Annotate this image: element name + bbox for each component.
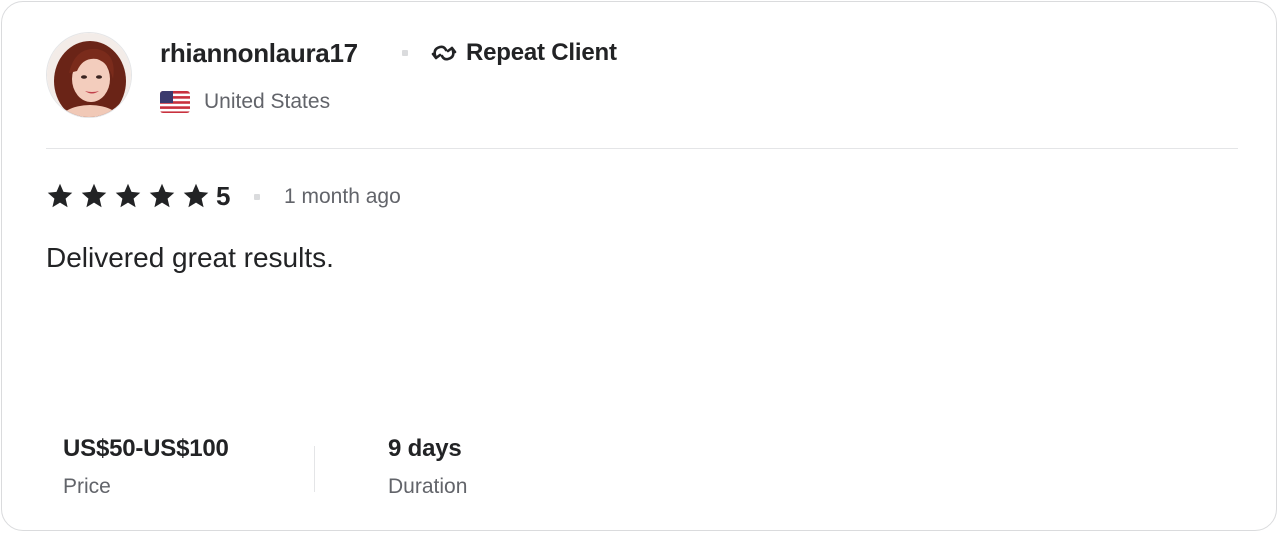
- duration-stat: 9 days Duration: [388, 432, 467, 502]
- star-icon: [115, 183, 141, 208]
- repeat-client-badge: Repeat Client: [430, 36, 617, 70]
- repeat-client-label: Repeat Client: [466, 39, 617, 66]
- star-icon: [183, 183, 209, 208]
- price-value: US$50-US$100: [63, 435, 229, 462]
- rating-row: 5: [46, 178, 230, 214]
- reviewer-country: United States: [160, 88, 330, 116]
- star-rating: [46, 182, 216, 210]
- avatar[interactable]: [46, 32, 132, 118]
- review-text: Delivered great results.: [46, 242, 334, 273]
- star-icon: [47, 183, 73, 208]
- reviewer-username[interactable]: rhiannonlaura17: [160, 36, 358, 70]
- review-date: 1 month ago: [284, 185, 401, 208]
- separator-dot: [402, 50, 408, 56]
- star-icon: [81, 183, 107, 208]
- rating-value: 5: [216, 180, 231, 211]
- us-flag-icon: [160, 91, 190, 113]
- separator-dot: [254, 194, 260, 200]
- stat-divider: [314, 446, 315, 492]
- review-card: rhiannonlaura17 Repeat Client United Sta…: [1, 1, 1277, 531]
- price-label: Price: [63, 475, 111, 498]
- repeat-icon: [431, 45, 457, 61]
- country-name: United States: [204, 90, 331, 113]
- price-stat: US$50-US$100 Price: [63, 432, 229, 502]
- duration-value: 9 days: [388, 435, 462, 462]
- duration-label: Duration: [388, 475, 468, 498]
- divider: [46, 148, 1238, 149]
- star-icon: [149, 183, 175, 208]
